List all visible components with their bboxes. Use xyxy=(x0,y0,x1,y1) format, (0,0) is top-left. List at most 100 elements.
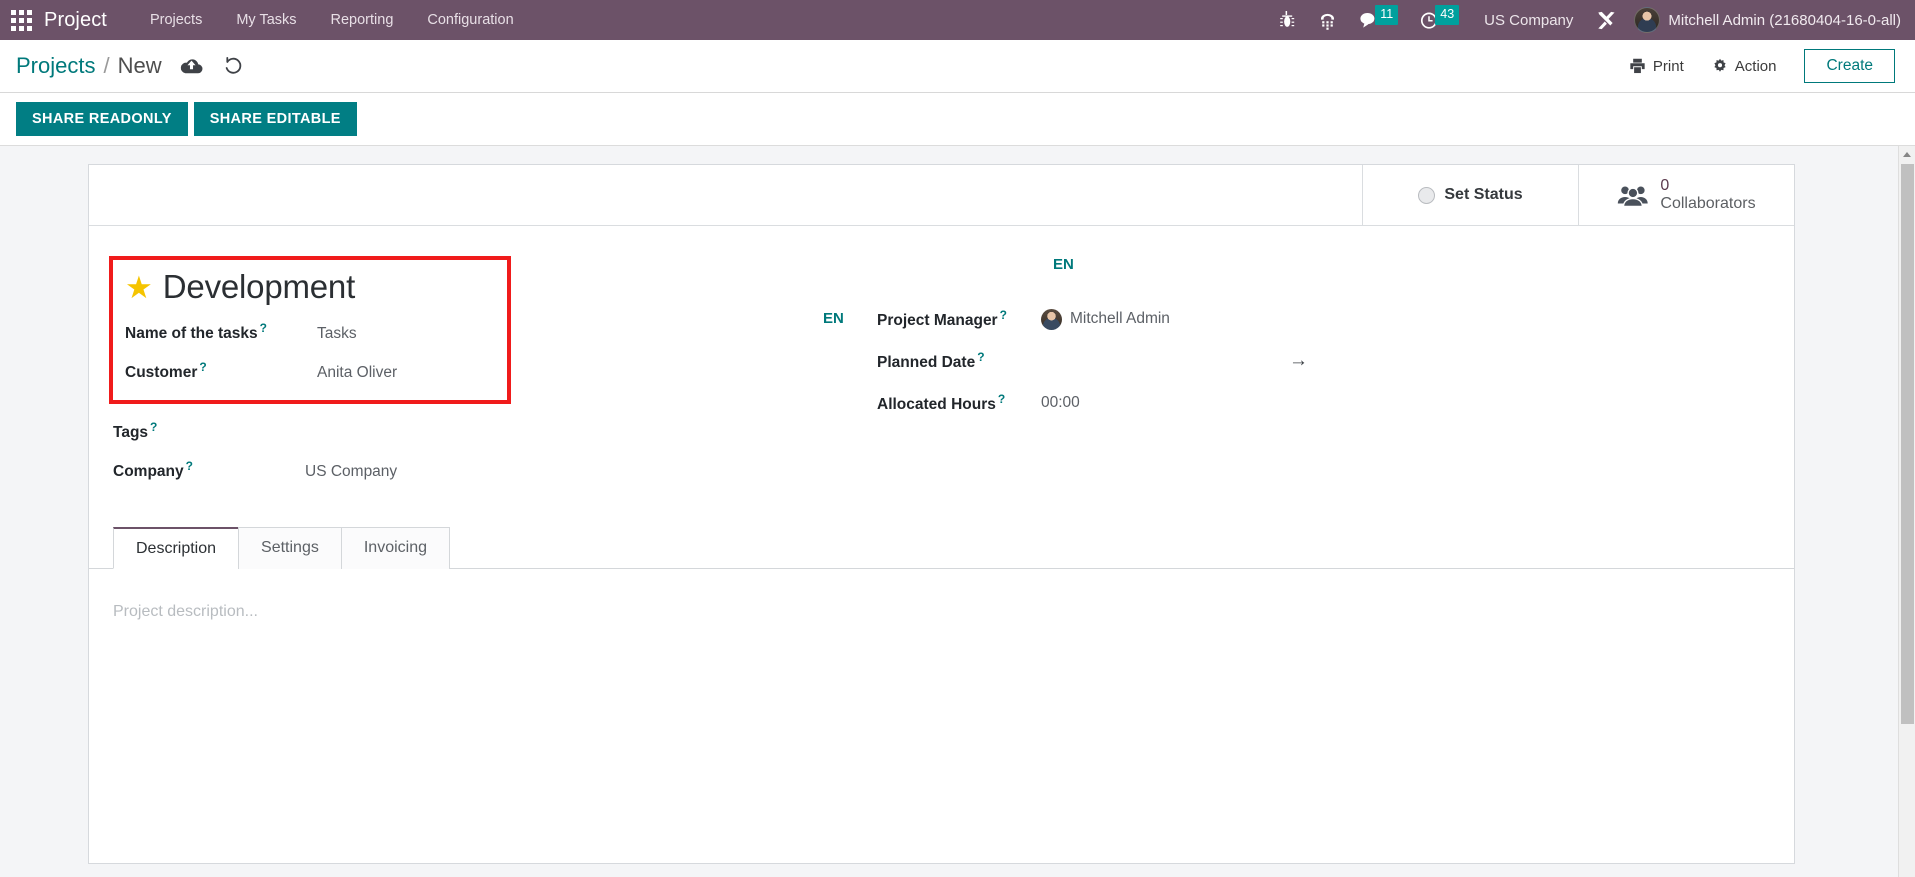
help-icon[interactable]: ? xyxy=(150,420,157,434)
field-label-company: Company? xyxy=(113,459,193,481)
top-navbar: Project Projects My Tasks Reporting Conf… xyxy=(0,0,1915,40)
help-icon[interactable]: ? xyxy=(1000,308,1007,322)
field-allocated-hours: Allocated Hours? 00:00 xyxy=(823,392,1754,414)
record-actions xyxy=(180,56,244,76)
avatar xyxy=(1041,308,1062,330)
company-switcher[interactable]: US Company xyxy=(1484,12,1573,29)
app-brand-project[interactable]: Project xyxy=(44,9,107,32)
gear-icon xyxy=(1714,58,1726,72)
breadcrumb-separator: / xyxy=(103,53,110,78)
highlighted-region: ★ Development Name of the tasks? Tasks C… xyxy=(109,256,511,404)
field-tags: Tags? xyxy=(113,420,813,442)
field-label-name-of-the-tasks: Name of the tasks? xyxy=(125,320,268,342)
field-project-manager: EN Project Manager? Mitchell Admin xyxy=(823,308,1754,330)
field-value-project-manager[interactable]: Mitchell Admin xyxy=(1041,308,1170,330)
print-label: Print xyxy=(1652,57,1684,75)
record-title-row: ★ Development xyxy=(125,269,493,305)
messages-menu[interactable]: 11 xyxy=(1359,5,1399,29)
action-button[interactable]: Action xyxy=(1698,52,1791,81)
title-translate-row: EN xyxy=(823,256,1754,292)
phone-icon[interactable] xyxy=(1318,11,1337,30)
users-group-icon xyxy=(1618,185,1649,207)
messages-counter: 11 xyxy=(1375,5,1399,25)
tab-description[interactable]: Description xyxy=(113,527,240,570)
share-button-bar: SHARE READONLY SHARE EDITABLE xyxy=(0,93,1915,146)
share-editable-button[interactable]: SHARE EDITABLE xyxy=(193,102,357,136)
collaborators-button[interactable]: 0 Collaborators xyxy=(1578,165,1794,225)
tab-pane-description[interactable]: Project description... xyxy=(89,569,1794,809)
action-label: Action xyxy=(1734,57,1777,75)
field-label-tags: Tags? xyxy=(113,419,158,442)
avatar xyxy=(1634,7,1661,33)
status-circle-icon xyxy=(1418,186,1436,204)
field-planned-date: Planned Date? → xyxy=(823,350,1754,372)
project-manager-name: Mitchell Admin xyxy=(1070,310,1170,328)
collaborators-label: Collaborators xyxy=(1660,195,1756,212)
translate-badge-tasks: EN xyxy=(823,310,877,328)
bug-icon[interactable] xyxy=(1279,10,1296,30)
field-label-project-manager: Project Manager? xyxy=(877,308,1007,330)
menu-my-tasks[interactable]: My Tasks xyxy=(219,0,313,40)
create-button[interactable]: Create xyxy=(1804,49,1895,83)
printer-icon xyxy=(1630,58,1645,74)
form-right-column: EN EN Project Manager? Mitchell Admin Pl… xyxy=(813,256,1754,498)
left-fields-below: Tags? Company? US Company xyxy=(113,420,813,481)
notebook: Description Settings Invoicing Project d… xyxy=(89,526,1794,809)
activities-menu[interactable]: 43 xyxy=(1420,5,1460,30)
menu-projects[interactable]: Projects xyxy=(133,0,219,40)
apps-grid-icon[interactable] xyxy=(8,7,34,33)
help-icon[interactable]: ? xyxy=(977,350,984,364)
breadcrumb-projects[interactable]: Projects xyxy=(16,53,95,79)
project-name-input[interactable]: Development xyxy=(163,269,355,305)
user-menu[interactable]: Mitchell Admin (21680404-16-0-all) xyxy=(1634,7,1901,33)
field-value-name-of-the-tasks[interactable]: Tasks xyxy=(317,325,357,343)
set-status-button[interactable]: Set Status xyxy=(1362,165,1578,225)
field-label-customer: Customer? xyxy=(125,359,207,381)
tab-settings[interactable]: Settings xyxy=(238,527,342,570)
date-range-arrow-icon: → xyxy=(1289,350,1308,372)
form-left-column: ★ Development Name of the tasks? Tasks C… xyxy=(109,256,813,498)
field-customer: Customer? Anita Oliver xyxy=(125,360,493,382)
breadcrumb-current: New xyxy=(117,53,162,78)
control-panel-right: Print Action Create xyxy=(1615,49,1895,83)
menu-configuration[interactable]: Configuration xyxy=(410,0,530,40)
form-body: ★ Development Name of the tasks? Tasks C… xyxy=(89,226,1794,508)
description-placeholder[interactable]: Project description... xyxy=(113,603,1770,621)
field-label-allocated-hours: Allocated Hours? xyxy=(877,392,1006,414)
field-value-allocated-hours[interactable]: 00:00 xyxy=(1041,394,1080,412)
tools-icon[interactable] xyxy=(1596,10,1617,31)
help-icon[interactable]: ? xyxy=(260,321,267,335)
help-icon[interactable]: ? xyxy=(186,459,193,473)
cloud-upload-icon[interactable] xyxy=(180,57,203,75)
star-icon[interactable]: ★ xyxy=(125,272,153,303)
field-value-company[interactable]: US Company xyxy=(305,463,397,481)
field-company: Company? US Company xyxy=(113,459,813,481)
form-sheet: Set Status 0 Collaborators ★ Development… xyxy=(88,164,1795,864)
scroll-up-arrow-icon[interactable] xyxy=(1899,146,1915,163)
activities-counter: 43 xyxy=(1435,5,1460,25)
form-view: Set Status 0 Collaborators ★ Development… xyxy=(0,146,1915,877)
translate-badge-name-of-tasks[interactable]: EN xyxy=(823,310,844,327)
notebook-tabs: Description Settings Invoicing xyxy=(89,526,1794,570)
form-scroll-area: Set Status 0 Collaborators ★ Development… xyxy=(0,146,1898,877)
field-value-customer[interactable]: Anita Oliver xyxy=(317,364,397,382)
share-readonly-button[interactable]: SHARE READONLY xyxy=(16,102,188,136)
vertical-scrollbar[interactable] xyxy=(1898,146,1915,877)
scrollbar-thumb[interactable] xyxy=(1900,164,1914,724)
tab-invoicing[interactable]: Invoicing xyxy=(340,527,450,570)
translate-badge-title[interactable]: EN xyxy=(1053,256,1074,273)
field-label-planned-date: Planned Date? xyxy=(877,350,985,372)
set-status-label: Set Status xyxy=(1444,186,1523,203)
right-fields: EN Project Manager? Mitchell Admin Plann… xyxy=(823,308,1754,414)
help-icon[interactable]: ? xyxy=(998,392,1005,406)
menu-reporting[interactable]: Reporting xyxy=(314,0,411,40)
collaborators-count: 0 xyxy=(1660,177,1670,195)
print-button[interactable]: Print xyxy=(1615,52,1698,81)
help-icon[interactable]: ? xyxy=(199,360,206,374)
undo-icon[interactable] xyxy=(223,56,244,76)
stat-button-box: Set Status 0 Collaborators xyxy=(89,165,1794,226)
field-name-of-the-tasks: Name of the tasks? Tasks xyxy=(125,321,493,343)
breadcrumb: Projects / New xyxy=(16,53,162,79)
user-name: Mitchell Admin (21680404-16-0-all) xyxy=(1668,11,1901,29)
control-panel: Projects / New Print Action Create xyxy=(0,40,1915,93)
